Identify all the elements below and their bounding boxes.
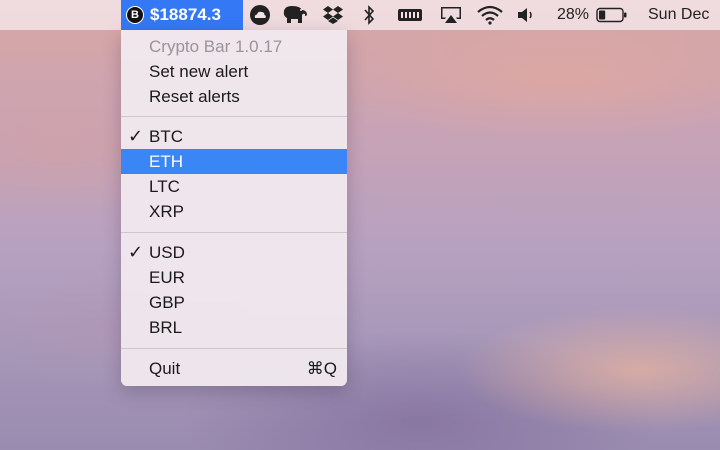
airplay-icon[interactable] xyxy=(438,3,464,27)
coin-item-eth[interactable]: ETH xyxy=(121,149,347,174)
coin-item-btc[interactable]: ✓ BTC xyxy=(121,124,347,149)
set-new-alert-label: Set new alert xyxy=(149,61,249,81)
dropbox-icon[interactable] xyxy=(320,3,346,27)
check-icon: ✓ xyxy=(128,242,144,262)
set-new-alert-item[interactable]: Set new alert xyxy=(121,59,347,84)
volume-icon[interactable] xyxy=(515,3,537,27)
currency-item-eur[interactable]: EUR xyxy=(121,265,347,290)
crypto-bar-menu: Crypto Bar 1.0.17 Set new alert Reset al… xyxy=(121,30,347,386)
menu-separator xyxy=(121,116,347,118)
battery-icon[interactable] xyxy=(595,3,629,27)
coin-label: BTC xyxy=(149,126,183,146)
quit-label: Quit xyxy=(149,358,181,378)
wifi-icon[interactable] xyxy=(476,3,504,27)
memory-icon[interactable] xyxy=(396,3,424,27)
currency-label: GBP xyxy=(149,292,185,312)
currency-item-usd[interactable]: ✓ USD xyxy=(121,240,347,265)
coin-label: LTC xyxy=(149,176,180,196)
currency-item-gbp[interactable]: GBP xyxy=(121,290,347,315)
coin-label: XRP xyxy=(149,201,184,221)
app-version-label: Crypto Bar 1.0.17 xyxy=(149,36,283,56)
menu-separator xyxy=(121,348,347,350)
quit-item[interactable]: Quit ⌘Q xyxy=(121,356,347,381)
bluetooth-icon[interactable] xyxy=(358,3,380,27)
crypto-bar-status-item[interactable]: B $18874.3 xyxy=(121,0,243,30)
elephant-icon[interactable] xyxy=(280,3,310,27)
currency-item-brl[interactable]: BRL xyxy=(121,315,347,340)
app-version-item: Crypto Bar 1.0.17 xyxy=(121,34,347,59)
currency-label: USD xyxy=(149,242,185,262)
crypto-price: $18874.3 xyxy=(150,5,221,24)
reset-alerts-label: Reset alerts xyxy=(149,86,240,106)
cloud-icon[interactable] xyxy=(247,3,273,27)
reset-alerts-item[interactable]: Reset alerts xyxy=(121,84,347,109)
menu-bar: B $18874.3 28% Sun Dec xyxy=(0,0,720,30)
coin-item-xrp[interactable]: XRP xyxy=(121,199,347,224)
currency-label: EUR xyxy=(149,267,185,287)
bitcoin-icon: B xyxy=(126,6,144,24)
menubar-clock[interactable]: Sun Dec xyxy=(648,0,709,30)
currency-label: BRL xyxy=(149,317,183,337)
battery-percent: 28% xyxy=(557,6,590,23)
check-icon: ✓ xyxy=(128,126,144,146)
menu-separator xyxy=(121,232,347,234)
quit-shortcut: ⌘Q xyxy=(306,358,337,378)
coin-item-ltc[interactable]: LTC xyxy=(121,174,347,199)
coin-label: ETH xyxy=(149,151,183,171)
